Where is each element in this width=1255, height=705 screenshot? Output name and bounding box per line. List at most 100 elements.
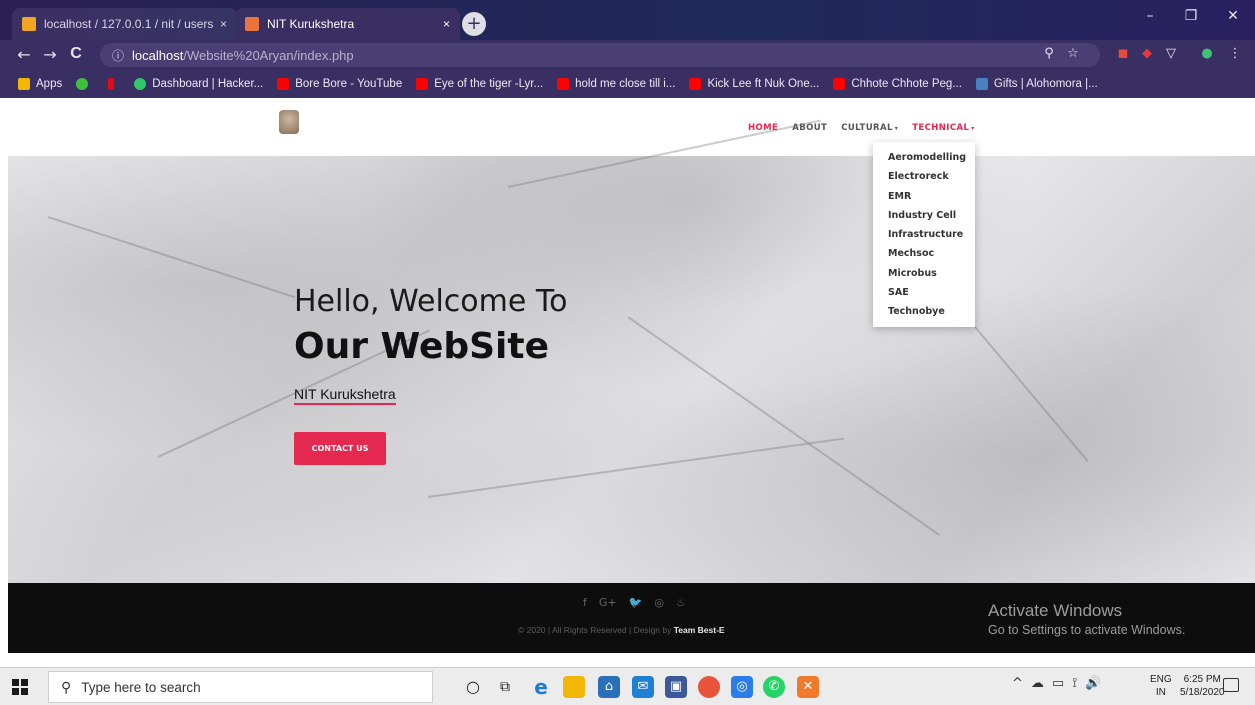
instagram-icon[interactable]: ◎ [654,596,664,609]
bookmark-label: Chhote Chhote Peg... [851,78,962,90]
browser-menu-icon[interactable]: ⋮ [1226,46,1244,61]
forward-button[interactable]: → [40,45,60,64]
camera-app-icon[interactable]: ◎ [731,676,753,698]
pdf-extension-icon[interactable]: ◼ [1114,46,1132,61]
bookmark-youtube-3[interactable]: hold me close till i... [557,78,675,90]
taskbar-search-input[interactable]: ⚲ Type here to search [48,671,433,703]
tab-nit-kurukshetra[interactable]: NIT Kurukshetra × [235,8,460,40]
youtube-icon [689,78,702,90]
dropdown-item-sae[interactable]: SAE [888,283,975,302]
vpn-extension-icon[interactable]: ▽ [1162,46,1180,61]
apps-grid-icon [18,78,30,90]
dropdown-item-emr[interactable]: EMR [888,187,975,206]
bookmark-label: Apps [36,78,63,90]
bookmarks-bar: Apps Dashboard | Hacker... Bore Bore - Y… [0,70,1255,98]
marble-vein [427,437,845,498]
page-bottom-gap [0,653,1255,667]
tab-phpmyadmin[interactable]: localhost / 127.0.0.1 / nit / users × [12,8,237,40]
netflix-icon [108,78,115,90]
maximize-button[interactable]: ❐ [1174,8,1208,24]
show-hidden-icons-icon[interactable]: ^ [1012,676,1023,691]
bookmark-apps[interactable]: Apps [18,78,62,90]
bookmark-label: Kick Lee ft Nuk One... [707,78,820,90]
social-links: f G+ 🐦 ◎ ♨ [583,596,698,609]
contact-us-button[interactable]: CONTACT US [294,432,386,465]
bookmark-green[interactable] [76,78,94,90]
bookmark-star-icon[interactable]: ☆ [1064,46,1082,61]
windows-start-icon[interactable] [12,679,28,695]
zoom-icon[interactable]: ⚲ [1040,46,1058,61]
profile-avatar-icon[interactable]: ● [1198,46,1216,61]
close-window-button[interactable]: ✕ [1216,8,1250,24]
tab-close-icon[interactable]: × [220,17,227,31]
clock-date: 5/18/2020 [1180,687,1225,698]
chrome-icon[interactable] [698,676,720,698]
volume-icon[interactable]: 🔊 [1085,676,1101,691]
dropdown-item-aeromodelling[interactable]: Aeromodelling [888,148,975,167]
google-plus-icon[interactable]: G+ [599,596,617,609]
app-window-icon[interactable]: ▣ [665,676,687,698]
url-host: localhost [132,47,184,63]
site-header: HOME ABOUT CULTURAL ▾ TECHNICAL ▾ [8,98,1255,156]
bookmark-label: hold me close till i... [575,78,676,90]
technical-dropdown-menu: Aeromodelling Electroreck EMR Industry C… [873,142,975,327]
wifi-icon[interactable]: ⟟ [1072,676,1077,691]
twitter-icon[interactable]: 🐦 [629,596,643,609]
gift-icon [975,78,988,90]
bookmark-netflix[interactable] [108,78,120,90]
bookmark-hackerrank[interactable]: Dashboard | Hacker... [134,78,263,90]
dropdown-item-microbus[interactable]: Microbus [888,264,975,283]
watermark-subtitle: Go to Settings to activate Windows. [988,623,1186,637]
store-icon[interactable]: ⌂ [598,676,620,698]
cortana-icon[interactable]: ○ [462,676,484,698]
shield-extension-icon[interactable]: ◆ [1138,46,1156,61]
youtube-social-icon[interactable]: ♨ [676,596,686,609]
green-play-icon [76,78,89,90]
minimize-button[interactable]: – [1133,8,1167,24]
hero-greeting: Hello, Welcome To [294,284,568,319]
dropdown-item-industry-cell[interactable]: Industry Cell [888,206,975,225]
mail-icon[interactable]: ✉ [632,676,654,698]
browser-toolbar: ← → C ⓘ localhost /Website%20Aryan/index… [0,40,1255,70]
bookmark-youtube-1[interactable]: Bore Bore - YouTube [277,78,402,90]
edge-browser-icon[interactable]: e [530,676,552,698]
back-button[interactable]: ← [14,45,34,64]
input-language[interactable]: ENG IN [1150,673,1172,699]
address-bar[interactable]: ⓘ localhost /Website%20Aryan/index.php [100,43,1100,67]
xampp-icon[interactable]: ✕ [797,676,819,698]
dropdown-item-mechsoc[interactable]: Mechsoc [888,244,975,263]
hackerrank-icon [134,78,147,90]
clock-time: 6:25 PM [1183,674,1221,685]
search-icon: ⚲ [61,678,72,695]
site-favicon-icon [245,17,259,31]
task-view-icon[interactable]: ⧉ [494,676,516,698]
notifications-icon[interactable] [1223,678,1239,692]
bookmark-youtube-4[interactable]: Kick Lee ft Nuk One... [689,78,819,90]
nav-technical[interactable]: TECHNICAL ▾ [912,123,975,133]
marble-vein [47,216,296,299]
dropdown-item-technobye[interactable]: Technobye [888,302,975,321]
onedrive-icon[interactable]: ☁ [1031,676,1044,691]
hero-title: Our WebSite [294,326,550,367]
chevron-down-icon: ▾ [971,125,975,132]
site-info-icon[interactable]: ⓘ [112,47,124,64]
bookmark-label: Eye of the tiger -Lyr... [434,78,544,90]
system-clock[interactable]: 6:25 PM 5/18/2020 [1180,673,1225,699]
new-tab-button[interactable]: + [462,12,486,36]
bookmark-gifts[interactable]: Gifts | Alohomora |... [975,78,1098,90]
battery-icon[interactable]: ▭ [1052,676,1064,691]
facebook-icon[interactable]: f [583,596,587,609]
reload-button[interactable]: C [66,45,86,63]
file-explorer-icon[interactable] [563,676,585,698]
nit-logo-icon[interactable] [279,110,299,134]
nav-cultural[interactable]: CULTURAL ▾ [841,123,898,133]
whatsapp-icon[interactable]: ✆ [763,676,785,698]
bookmark-youtube-2[interactable]: Eye of the tiger -Lyr... [416,78,543,90]
youtube-icon [833,78,846,90]
bookmark-youtube-5[interactable]: Chhote Chhote Peg... [833,78,962,90]
dropdown-item-infrastructure[interactable]: Infrastructure [888,225,975,244]
activate-windows-watermark: Activate Windows Go to Settings to activ… [988,601,1185,637]
tab-close-icon[interactable]: × [443,17,450,31]
dropdown-item-electroreck[interactable]: Electroreck [888,167,975,186]
hero-subtitle: NIT Kurukshetra [294,386,396,405]
